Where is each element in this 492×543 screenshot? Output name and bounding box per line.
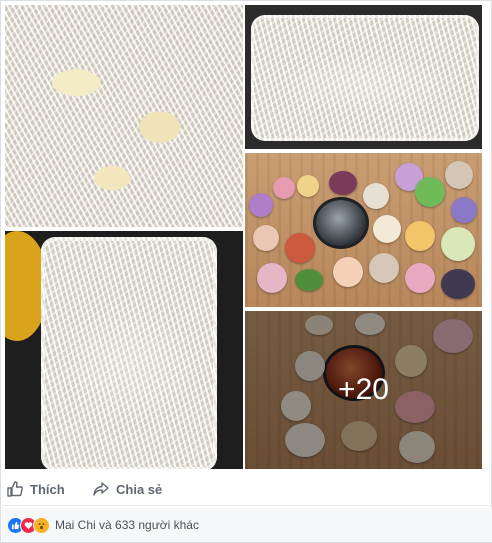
photo-container-left[interactable] (5, 231, 243, 469)
like-label: Thích (30, 481, 65, 497)
reaction-icons (7, 516, 50, 534)
more-photos-count: +20 (338, 373, 389, 406)
reactions-summary[interactable]: Mai Chi và 633 người khác (2, 508, 492, 542)
share-arrow-icon (93, 482, 109, 496)
post-card: +20 Thích Chia sẻ Mai Chi và 633 người k… (0, 0, 492, 543)
photo-hotpot-more[interactable]: +20 (245, 311, 482, 469)
share-button[interactable]: Chia sẻ (92, 473, 162, 505)
like-button[interactable]: Thích (6, 473, 65, 505)
photo-noodles-closeup[interactable] (5, 5, 243, 227)
thumbs-up-icon (7, 481, 23, 497)
wow-reaction-icon (33, 516, 50, 534)
more-photos-overlay[interactable]: +20 (245, 311, 482, 469)
action-bar: Thích Chia sẻ (2, 473, 492, 506)
reactions-text[interactable]: Mai Chi và 633 người khác (55, 518, 199, 532)
share-label: Chia sẻ (116, 481, 163, 497)
photo-container-top[interactable] (245, 5, 482, 149)
photo-hotpot-spread[interactable] (245, 153, 482, 307)
